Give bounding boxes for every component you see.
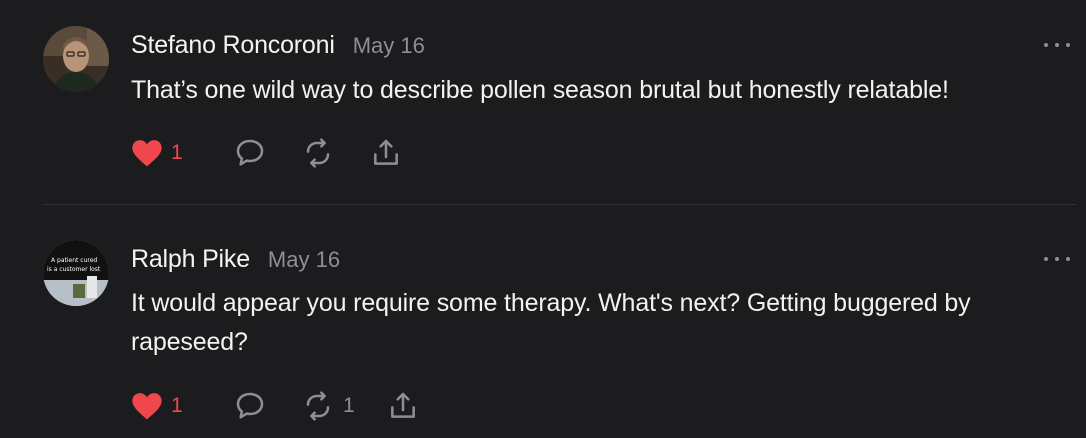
heart-filled-icon: [132, 393, 162, 420]
person-photo-avatar: [43, 26, 109, 92]
more-options-icon[interactable]: [1044, 39, 1070, 51]
avatar-sign-text: A patient cured: [51, 257, 97, 264]
comment-date[interactable]: May 16: [268, 247, 340, 273]
share-icon: [374, 139, 398, 165]
comment-text: It would appear you require some therapy…: [131, 289, 971, 356]
avatar[interactable]: A patient cured is a customer lost: [43, 240, 109, 306]
sign-photo-avatar: A patient cured is a customer lost: [43, 240, 109, 306]
avatar[interactable]: [43, 26, 109, 92]
comment-actions: 1 1: [131, 389, 420, 423]
comment-header: Ralph Pike May 16: [131, 245, 340, 274]
like-button[interactable]: 1: [131, 136, 233, 170]
reply-button[interactable]: [233, 136, 301, 170]
avatar-sign-text: is a customer lost: [47, 266, 101, 273]
comment-text: That’s one wild way to describe pollen s…: [131, 76, 949, 104]
author-name[interactable]: Stefano Roncoroni: [131, 31, 335, 60]
more-options-icon[interactable]: [1044, 253, 1070, 265]
heart-filled-icon: [132, 140, 162, 167]
comment-bubble-icon: [236, 392, 264, 419]
comment: A patient cured is a customer lost Ralph…: [0, 205, 1086, 438]
restack-count: 1: [343, 394, 355, 417]
restack-button[interactable]: [301, 136, 369, 170]
restack-icon: [306, 138, 330, 168]
share-icon: [391, 392, 415, 418]
restack-button[interactable]: 1: [301, 389, 386, 423]
restack-icon: [306, 391, 330, 421]
comment-date[interactable]: May 16: [353, 33, 425, 59]
comment: Stefano Roncoroni May 16 That’s one wild…: [0, 0, 1086, 204]
share-button[interactable]: [369, 136, 403, 170]
like-count: 1: [171, 394, 183, 417]
comment-bubble-icon: [236, 139, 264, 166]
comment-actions: 1: [131, 136, 403, 170]
like-count: 1: [171, 141, 183, 164]
reply-button[interactable]: [233, 389, 301, 423]
comment-header: Stefano Roncoroni May 16: [131, 31, 425, 60]
author-name[interactable]: Ralph Pike: [131, 245, 250, 274]
share-button[interactable]: [386, 389, 420, 423]
like-button[interactable]: 1: [131, 389, 233, 423]
